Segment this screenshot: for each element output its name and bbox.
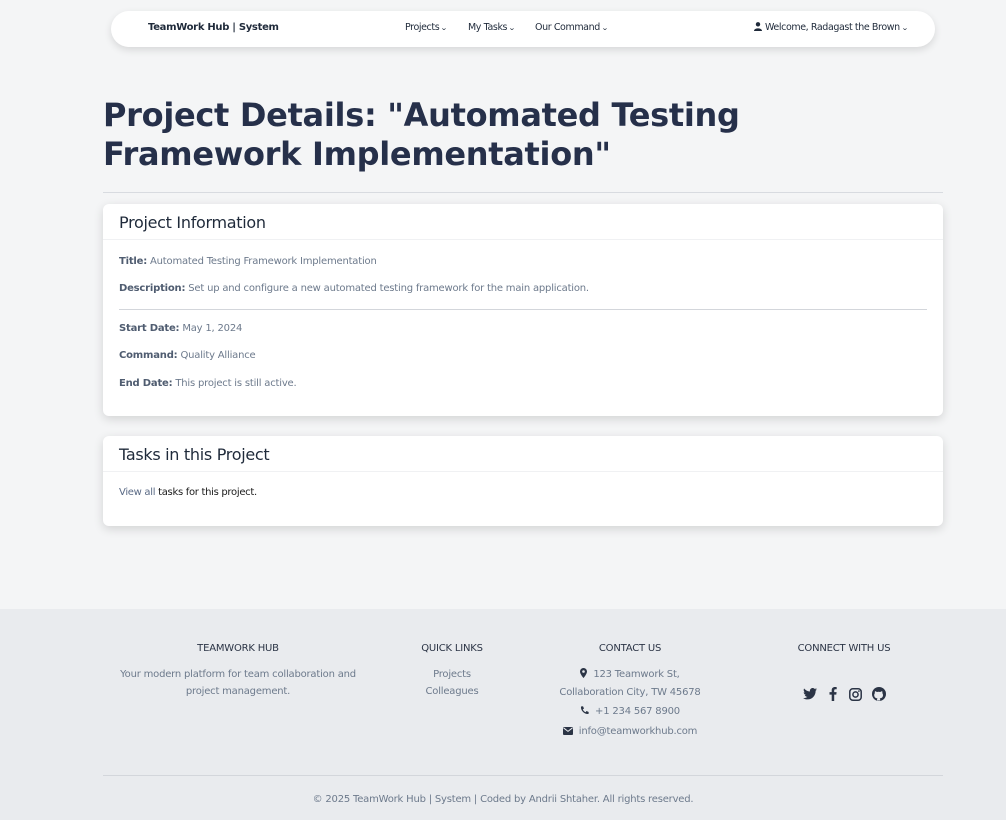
view-all-tasks-link[interactable]: View all: [119, 487, 156, 498]
footer-address-line1: 123 Teamwork St,: [540, 666, 720, 684]
footer-about-text: Your modern platform for team collaborat…: [120, 669, 356, 697]
field-start-date-label: Start Date:: [119, 323, 180, 334]
chevron-down-icon: ⌄: [601, 24, 609, 32]
nav-our-command-label: Our Command: [535, 22, 600, 33]
field-command-label: Command:: [119, 350, 178, 361]
page-title: Project Details: "Automated Testing Fram…: [103, 96, 740, 173]
footer-address-line2: Collaboration City, TW 45678: [559, 687, 701, 698]
nav-projects[interactable]: Projects⌄: [405, 22, 448, 33]
social-links: [764, 686, 924, 702]
field-command: Command: Quality Alliance: [119, 350, 256, 361]
facebook-icon[interactable]: [825, 686, 841, 702]
copyright-text: © 2025 TeamWork Hub | System | Coded by …: [312, 794, 694, 805]
field-description-label: Description:: [119, 283, 186, 294]
footer: TEAMWORK HUB Your modern platform for te…: [0, 609, 1006, 820]
footer-quick-links: QUICK LINKS Projects Colleagues: [402, 643, 502, 700]
title-divider: [103, 192, 943, 193]
user-menu[interactable]: Welcome, Radagast the Brown⌄: [754, 22, 909, 34]
field-title-label: Title:: [119, 256, 148, 267]
field-end-date: End Date: This project is still active.: [119, 378, 297, 389]
user-welcome-label: Welcome, Radagast the Brown: [765, 22, 900, 33]
tasks-card: Tasks in this Project View all tasks for…: [103, 436, 943, 526]
map-marker-icon: [580, 667, 588, 684]
info-divider: [119, 309, 927, 310]
chevron-down-icon: ⌄: [508, 24, 516, 32]
nav-our-command[interactable]: Our Command⌄: [535, 22, 609, 33]
instagram-icon[interactable]: [848, 686, 864, 702]
field-command-value: Quality Alliance: [180, 350, 256, 361]
nav-projects-label: Projects: [405, 22, 440, 33]
field-start-date: Start Date: May 1, 2024: [119, 323, 242, 334]
footer-contact-heading: CONTACT US: [598, 643, 662, 654]
navbar: TeamWork Hub | System Projects⌄ My Tasks…: [111, 11, 935, 47]
footer-divider: [103, 775, 943, 776]
user-icon: [754, 22, 762, 34]
nav-my-tasks-label: My Tasks: [468, 22, 508, 33]
tasks-text: View all tasks for this project.: [119, 487, 257, 498]
tasks-header: Tasks in this Project: [103, 436, 943, 472]
brand-link[interactable]: TeamWork Hub | System: [148, 22, 279, 33]
chevron-down-icon: ⌄: [900, 24, 909, 32]
footer-about-heading: TEAMWORK HUB: [197, 643, 279, 654]
footer-address-line1-text: 123 Teamwork St,: [593, 669, 680, 680]
footer-link-projects[interactable]: Projects: [402, 666, 502, 683]
footer-social-heading: CONNECT WITH US: [797, 643, 891, 654]
field-title: Title: Automated Testing Framework Imple…: [119, 256, 377, 267]
footer-social: CONNECT WITH US: [764, 643, 924, 702]
chevron-down-icon: ⌄: [440, 24, 448, 32]
github-icon[interactable]: [871, 686, 887, 702]
twitter-icon[interactable]: [802, 686, 818, 702]
footer-contact: CONTACT US 123 Teamwork St, Collaboratio…: [540, 643, 720, 741]
tasks-text-suffix: tasks for this project.: [158, 487, 257, 498]
footer-about: TEAMWORK HUB Your modern platform for te…: [108, 643, 368, 700]
phone-icon: [580, 704, 589, 721]
project-info-header: Project Information: [103, 204, 943, 240]
footer-email-text: info@teamworkhub.com: [578, 726, 698, 737]
footer-links-heading: QUICK LINKS: [421, 643, 483, 654]
footer-phone-text: +1 234 567 8900: [595, 706, 680, 717]
field-end-date-label: End Date:: [119, 378, 173, 389]
nav-my-tasks[interactable]: My Tasks⌄: [468, 22, 516, 33]
field-title-value: Automated Testing Framework Implementati…: [150, 256, 377, 267]
envelope-icon: [562, 724, 573, 741]
field-end-date-value: This project is still active.: [175, 378, 297, 389]
field-description: Description: Set up and configure a new …: [119, 283, 589, 294]
footer-phone: +1 234 567 8900: [540, 703, 720, 721]
field-description-value: Set up and configure a new automated tes…: [188, 283, 589, 294]
project-info-card: Project Information Title: Automated Tes…: [103, 204, 943, 416]
footer-email: info@teamworkhub.com: [540, 723, 720, 741]
footer-link-colleagues[interactable]: Colleagues: [402, 683, 502, 700]
field-start-date-value: May 1, 2024: [182, 323, 243, 334]
